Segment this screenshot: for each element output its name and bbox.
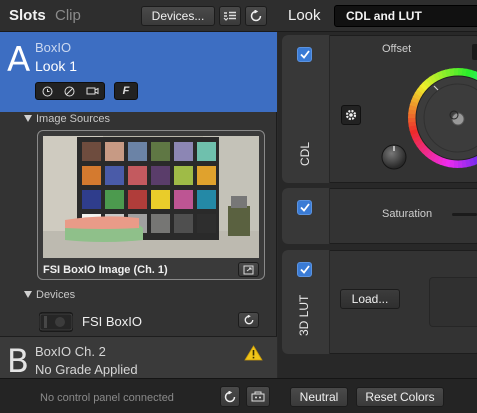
image-source-export-button[interactable] [238, 262, 259, 277]
slot-a-controls [35, 82, 105, 100]
checker-patch [174, 214, 193, 233]
lut-load-button[interactable]: Load... [340, 289, 400, 309]
checker-patch [151, 190, 170, 209]
image-source-thumbnail [43, 136, 259, 258]
offset-color-wheel[interactable] [396, 62, 477, 174]
checkmark-icon [299, 203, 310, 212]
reset-colors-button-label: Reset Colors [365, 390, 435, 404]
checker-patch [128, 190, 147, 209]
clock-icon[interactable] [42, 86, 53, 97]
checker-patch [174, 190, 193, 209]
warning-icon [244, 345, 263, 361]
neutral-button-label: Neutral [299, 390, 339, 404]
list-icon [223, 11, 236, 21]
checker-patch [197, 190, 216, 209]
checker-patch [197, 142, 216, 161]
checker-patch [128, 142, 147, 161]
tab-slots[interactable]: Slots [9, 7, 46, 24]
disclosure-triangle-icon [24, 291, 32, 298]
gear-icon [345, 109, 357, 121]
devices-button-label: Devices... [151, 9, 205, 23]
offset-mode-button[interactable] [472, 44, 477, 60]
checker-patch [197, 166, 216, 185]
tab-clip[interactable]: Clip [55, 7, 81, 24]
reset-colors-button[interactable]: Reset Colors [356, 387, 444, 407]
checkmark-icon [299, 50, 310, 59]
device-name: FSI BoxIO [82, 314, 142, 329]
slot-a-name: BoxIO [35, 40, 72, 55]
device-refresh-button[interactable] [238, 312, 259, 328]
checker-patch [82, 166, 101, 185]
look-title: Look [288, 7, 321, 24]
disclosure-triangle-icon [24, 115, 32, 122]
checker-patch [128, 166, 147, 185]
checker-patch [197, 214, 216, 233]
panel-icon [251, 391, 265, 402]
devices-header[interactable]: Devices [24, 289, 75, 301]
control-panel-button[interactable] [246, 386, 270, 407]
slot-a-f-button[interactable]: F [114, 82, 138, 100]
checker-patch [174, 166, 193, 185]
refresh-button[interactable] [245, 6, 267, 26]
slot-b-status: No Grade Applied [35, 362, 138, 377]
image-source-caption: FSI BoxIO Image (Ch. 1) [43, 264, 168, 276]
cdl-label: CDL [298, 141, 312, 166]
list-options-button[interactable] [219, 6, 241, 26]
checker-patch [151, 142, 170, 161]
checker-patch [151, 214, 170, 233]
checker-patch [82, 142, 101, 161]
lut-label: 3D LUT [297, 294, 311, 336]
checker-patch [105, 142, 124, 161]
camera-icon[interactable] [86, 86, 99, 96]
offset-label: Offset [382, 43, 412, 55]
image-sources-header[interactable]: Image Sources [24, 113, 110, 125]
look-select[interactable]: CDL and LUT [334, 5, 477, 27]
saturation-panel-side [282, 188, 330, 244]
devices-button[interactable]: Devices... [141, 6, 215, 26]
slot-b-name: BoxIO Ch. 2 [35, 344, 106, 359]
checkmark-icon [299, 265, 310, 274]
neutral-button[interactable]: Neutral [290, 387, 348, 407]
checker-patch [151, 166, 170, 185]
saturation-enable-checkbox[interactable] [297, 200, 312, 215]
slot-b-letter: B [7, 342, 29, 380]
refresh-icon [244, 315, 253, 325]
saturation-slider[interactable] [452, 213, 477, 216]
control-panel-refresh-button[interactable] [220, 386, 240, 407]
image-sources-label: Image Sources [36, 113, 110, 125]
checker-patch [82, 190, 101, 209]
saturation-label: Saturation [382, 208, 433, 220]
cdl-settings-button[interactable] [341, 105, 361, 125]
lut-preview [429, 277, 477, 327]
lut-enable-checkbox[interactable] [297, 262, 312, 277]
checker-patch [105, 190, 124, 209]
bypass-icon[interactable] [64, 86, 75, 97]
device-thumbnail [39, 312, 73, 332]
refresh-icon [250, 10, 262, 22]
checker-patch [174, 142, 193, 161]
lut-load-label: Load... [351, 292, 389, 306]
devices-label: Devices [36, 289, 76, 301]
export-icon [243, 265, 254, 274]
control-panel-status: No control panel connected [40, 392, 174, 404]
refresh-icon [224, 390, 236, 402]
checker-patch [105, 166, 124, 185]
slot-a-look: Look 1 [35, 58, 78, 74]
slot-a-letter: A [7, 40, 31, 80]
cdl-enable-checkbox[interactable] [297, 47, 312, 62]
